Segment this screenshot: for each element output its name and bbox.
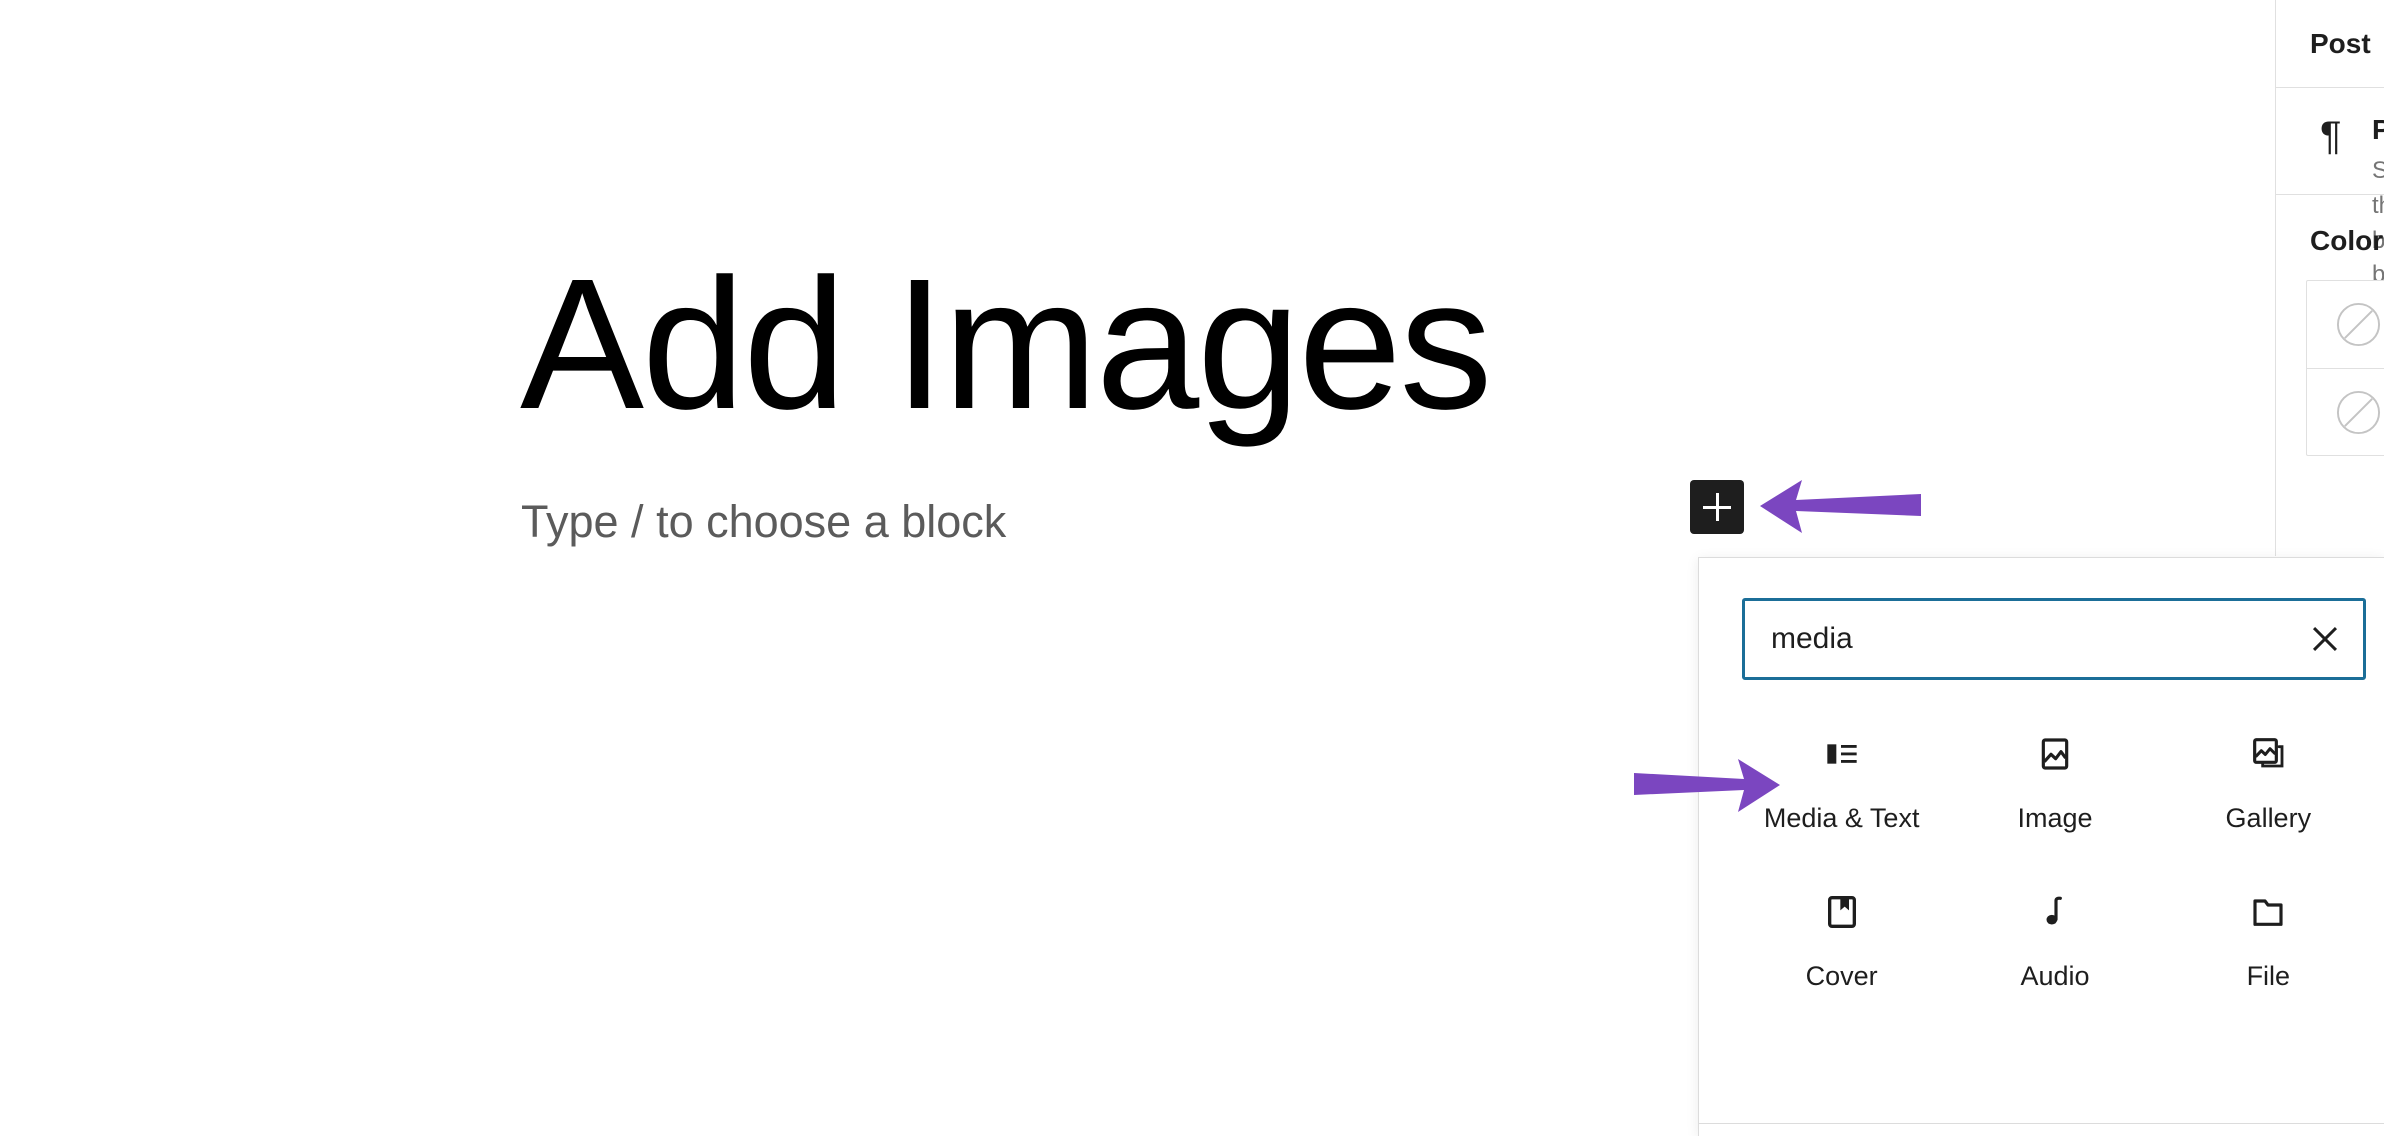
sidebar-header: Post bbox=[2276, 0, 2384, 88]
inserter-block-label: Audio bbox=[2020, 961, 2090, 992]
paragraph-block-placeholder[interactable]: Type / to choose a block bbox=[521, 488, 1006, 556]
inserter-block-file[interactable]: File bbox=[2162, 876, 2375, 1002]
color-panel: Color Text Background bbox=[2276, 195, 2384, 555]
color-swatch-row-text[interactable]: Text bbox=[2307, 281, 2384, 368]
audio-note-icon bbox=[2033, 890, 2077, 934]
image-icon bbox=[2033, 732, 2077, 776]
inserter-block-label: Cover bbox=[1805, 961, 1878, 992]
inserter-block-label: Image bbox=[2017, 803, 2093, 833]
no-color-circle-icon bbox=[2335, 301, 2382, 348]
inserter-block-grid: Media & Text Image Gallery Cover Audio F… bbox=[1735, 718, 2375, 1003]
block-inserter-toggle-button[interactable] bbox=[1690, 480, 1744, 534]
block-inserter-popover: Media & Text Image Gallery bbox=[1698, 557, 2384, 1136]
cover-bookmark-icon bbox=[1820, 890, 1864, 934]
inserter-block-media-and-text[interactable]: Media & Text bbox=[1735, 718, 1948, 844]
inserter-block-label: Media & Text bbox=[1763, 803, 1920, 833]
inserter-footer-divider bbox=[1699, 1123, 2384, 1124]
inserter-block-label: File bbox=[2246, 961, 2291, 992]
media-and-text-icon bbox=[1820, 732, 1864, 776]
inserter-block-image[interactable]: Image bbox=[1948, 718, 2161, 844]
inserter-search-field bbox=[1742, 598, 2366, 680]
no-color-circle-icon bbox=[2335, 389, 2382, 436]
gallery-icon bbox=[2246, 732, 2290, 776]
block-card-title: Paragraph bbox=[2372, 114, 2384, 145]
inserter-block-cover[interactable]: Cover bbox=[1735, 876, 1948, 1002]
color-swatch-list: Text Background bbox=[2306, 280, 2384, 456]
clear-search-button[interactable] bbox=[2298, 612, 2352, 666]
settings-sidebar: Post ¶ Paragraph Start with the basic bu… bbox=[2275, 0, 2384, 556]
inserter-block-gallery[interactable]: Gallery bbox=[2162, 718, 2375, 844]
close-x-icon bbox=[2312, 626, 2338, 652]
plus-icon-vertical-bar bbox=[1715, 493, 1719, 521]
inserter-block-audio[interactable]: Audio bbox=[1948, 876, 2161, 1002]
paragraph-pilcrow-icon: ¶ bbox=[2320, 114, 2342, 158]
color-panel-title[interactable]: Color bbox=[2310, 225, 2383, 257]
color-swatch-row-background[interactable]: Background bbox=[2307, 368, 2384, 455]
tab-post[interactable]: Post bbox=[2310, 28, 2371, 60]
inserter-block-label: Gallery bbox=[2225, 803, 2312, 833]
block-card-panel: ¶ Paragraph Start with the basic buildin… bbox=[2276, 88, 2384, 323]
post-title[interactable]: Add Images bbox=[520, 244, 1492, 446]
file-folder-icon bbox=[2246, 890, 2290, 934]
inserter-search-input[interactable] bbox=[1742, 598, 2366, 680]
